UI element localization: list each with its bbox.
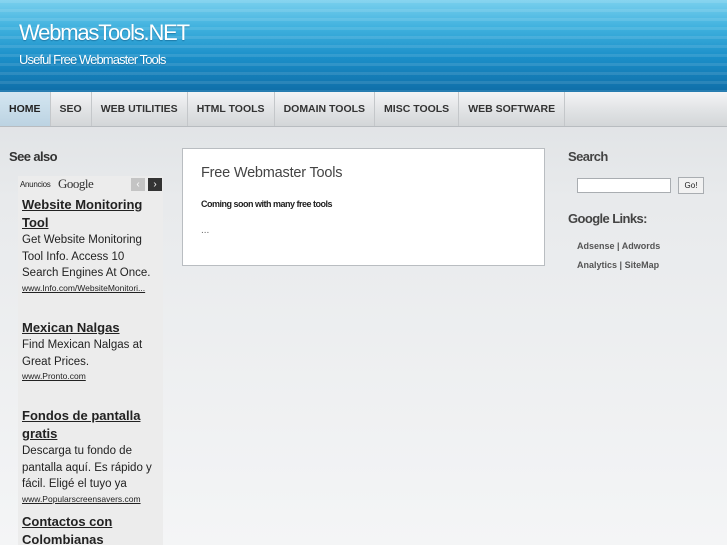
- link-analytics[interactable]: Analytics: [577, 260, 617, 270]
- header-stripes: [0, 0, 727, 92]
- ad-description: Get Website Monitoring Tool Info. Access…: [22, 234, 151, 279]
- ad-header: Anuncios Google ‹ ›: [18, 176, 163, 194]
- search-input[interactable]: [577, 178, 671, 193]
- ad-title[interactable]: Fondos de pantalla gratis: [22, 407, 162, 443]
- ad-title[interactable]: Mexican Nalgas: [22, 319, 162, 337]
- content-box: Free Webmaster Tools Coming soon with ma…: [182, 148, 545, 266]
- nav-item-domain-tools[interactable]: DOMAIN TOOLS: [275, 92, 376, 126]
- content-ellipsis: ...: [201, 225, 210, 236]
- ad-url[interactable]: www.Pronto.com: [22, 370, 162, 382]
- content-subtitle: Coming soon with many free tools: [201, 199, 333, 209]
- nav-item-web-software[interactable]: WEB SOFTWARE: [459, 92, 566, 126]
- google-links-row: Analytics | SiteMap: [577, 260, 659, 270]
- link-sitemap[interactable]: SiteMap: [625, 260, 660, 270]
- ad-prev-icon[interactable]: ‹: [131, 178, 145, 191]
- site-tagline: Useful Free Webmaster Tools: [19, 52, 166, 67]
- ad-description: Descarga tu fondo de pantalla aquí. Es r…: [22, 445, 152, 490]
- link-adsense[interactable]: Adsense: [577, 241, 615, 251]
- google-links-heading: Google Links:: [568, 211, 647, 226]
- content-title: Free Webmaster Tools: [201, 165, 343, 181]
- link-separator: |: [617, 241, 620, 251]
- see-also-heading: See also: [9, 149, 58, 164]
- google-links-row: Adsense | Adwords: [577, 241, 660, 251]
- ad-anuncios-label[interactable]: Anuncios: [20, 180, 51, 189]
- nav-item-home[interactable]: HOME: [0, 92, 51, 126]
- nav-item-seo[interactable]: SEO: [51, 92, 92, 126]
- ad-title[interactable]: Website Monitoring Tool: [22, 196, 162, 232]
- search-go-button[interactable]: Go!: [678, 177, 704, 194]
- ad-item: Mexican Nalgas Find Mexican Nalgas at Gr…: [22, 319, 162, 382]
- site-header: WebmasTools.NET Useful Free Webmaster To…: [0, 0, 727, 92]
- nav-item-misc-tools[interactable]: MISC TOOLS: [375, 92, 460, 126]
- search-heading: Search: [568, 149, 608, 164]
- ad-item: Contactos con Colombianas: [22, 513, 162, 545]
- link-adwords[interactable]: Adwords: [622, 241, 661, 251]
- ad-url[interactable]: www.Popularscreensavers.com: [22, 493, 162, 505]
- ad-next-icon[interactable]: ›: [148, 178, 162, 191]
- ad-description: Find Mexican Nalgas at Great Prices.: [22, 339, 143, 368]
- nav-item-html-tools[interactable]: HTML TOOLS: [188, 92, 275, 126]
- ad-url[interactable]: www.Info.com/WebsiteMonitori...: [22, 282, 162, 294]
- main-nav: HOME SEO WEB UTILITIES HTML TOOLS DOMAIN…: [0, 92, 727, 127]
- ad-item: Fondos de pantalla gratis Descarga tu fo…: [22, 407, 162, 505]
- ad-item: Website Monitoring Tool Get Website Moni…: [22, 196, 162, 294]
- google-logo[interactable]: Google: [58, 176, 94, 192]
- ad-box: Anuncios Google ‹ › Website Monitoring T…: [18, 176, 163, 545]
- site-title[interactable]: WebmasTools.NET: [19, 20, 190, 46]
- ad-title[interactable]: Contactos con Colombianas: [22, 513, 162, 545]
- link-separator: |: [619, 260, 623, 270]
- nav-item-web-utilities[interactable]: WEB UTILITIES: [92, 92, 188, 126]
